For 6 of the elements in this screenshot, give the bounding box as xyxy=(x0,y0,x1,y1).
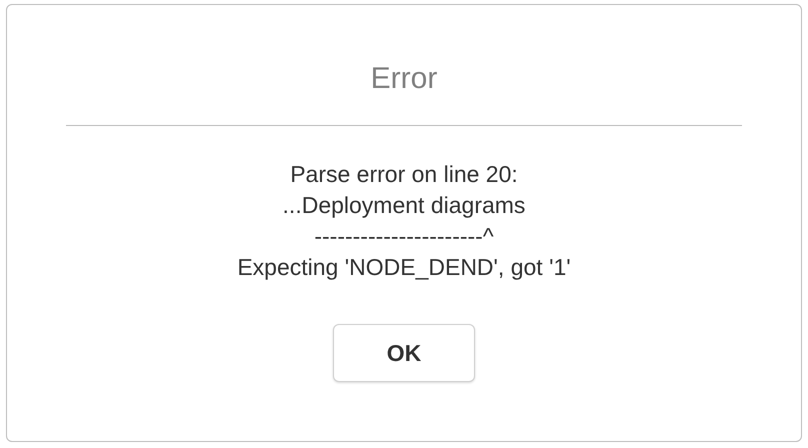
error-message-line: Expecting 'NODE_DEND', got '1' xyxy=(237,253,571,282)
dialog-title: Error xyxy=(370,61,438,97)
error-message-line: Parse error on line 20: xyxy=(290,160,518,189)
ok-button[interactable]: OK xyxy=(333,324,475,382)
error-message-line: ----------------------^ xyxy=(314,222,494,251)
error-message-line: ...Deployment diagrams xyxy=(282,191,526,220)
